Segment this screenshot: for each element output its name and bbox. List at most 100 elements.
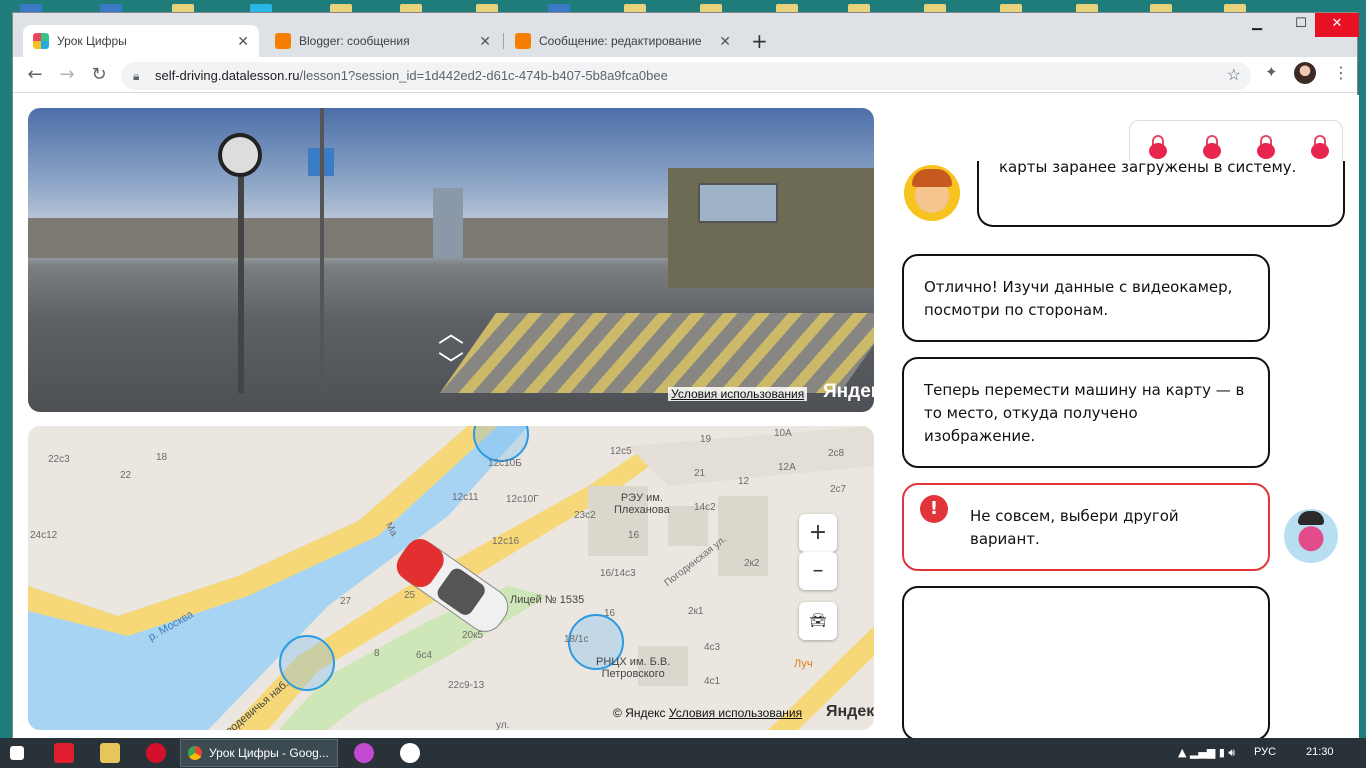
map-label: 12 — [738, 476, 750, 487]
yandex-browser-icon[interactable] — [54, 743, 74, 763]
map-label: 22с9-13 — [448, 680, 485, 691]
terms-link[interactable]: Условия использования — [668, 387, 808, 401]
lock-icon[interactable]: 🔒︎ — [133, 62, 139, 90]
map-label: 19 — [700, 434, 712, 445]
tab-separator — [503, 33, 504, 49]
close-tab-icon[interactable]: ✕ — [719, 33, 731, 50]
new-tab-button[interactable]: + — [751, 29, 768, 53]
address-bar[interactable]: 🔒︎ self-driving.datalesson.ru/lesson1?se… — [121, 62, 1251, 90]
billboard — [698, 183, 778, 223]
tab-label: Урок Цифры — [57, 34, 127, 48]
minimize-button[interactable]: ▁ — [1239, 13, 1275, 37]
close-window-button[interactable]: ✕ — [1315, 13, 1359, 37]
forward-arrow-icon[interactable]: → — [55, 63, 79, 87]
url-path: /lesson1?session_id=1d442ed2-d61c-474b-b… — [299, 68, 668, 83]
system-tray-icons[interactable]: ▲ ▂▄▆ ▮ 🔊︎ — [1178, 746, 1235, 760]
chevron-up-icon[interactable]: ︿ — [436, 321, 466, 347]
map-label: 18/1с — [564, 634, 589, 645]
urok-tsifry-icon — [33, 33, 49, 49]
message-text: карты заранее загружены в систему. — [999, 158, 1297, 176]
yandex-map[interactable]: 22с3 18 22 24с12 12с10Б 12с5 19 10А 2с8 12с11 12с1… — [28, 426, 874, 730]
map-label: 2к2 — [744, 558, 760, 569]
map-label: 10А — [774, 428, 792, 439]
map-label: 18 — [156, 452, 168, 463]
building — [718, 496, 768, 576]
chevron-down-icon[interactable]: ﹀ — [436, 353, 466, 379]
map-label: РЭУ им. Плеханова — [614, 492, 670, 516]
car-traffic-icon[interactable]: 🚘︎ — [799, 602, 837, 640]
crosswalk — [439, 313, 874, 393]
yandex-icon[interactable] — [400, 743, 420, 763]
lock-icon — [1311, 135, 1329, 159]
tab-label: Blogger: сообщения — [299, 34, 410, 48]
close-tab-icon[interactable]: ✕ — [479, 33, 491, 50]
clock[interactable]: 21:30 — [1306, 746, 1334, 758]
browser-toolbar: ← → ↻ 🔒︎ self-driving.datalesson.ru/less… — [13, 57, 1357, 93]
map-label: 25 — [404, 590, 416, 601]
map-label: 6с4 — [416, 650, 433, 661]
map-label: 4с3 — [704, 642, 721, 653]
chat-message: Теперь перемести машину на карту — в то … — [902, 357, 1270, 468]
map-label: 12с5 — [610, 446, 632, 457]
map-label: 16/14с3 — [600, 568, 636, 579]
tab-label: Сообщение: редактирование — [539, 34, 702, 48]
map-label: 12с16 — [492, 536, 520, 547]
map-label: 20к5 — [462, 630, 484, 641]
chat-answer-box[interactable] — [902, 586, 1270, 739]
close-tab-icon[interactable]: ✕ — [237, 33, 249, 50]
map-label: 12А — [778, 462, 796, 473]
yandex-logo: Яндекс — [826, 703, 874, 720]
reload-icon[interactable]: ↻ — [87, 63, 111, 87]
boy-avatar — [904, 165, 960, 221]
blogger-icon — [275, 33, 291, 49]
extensions-puzzle-icon[interactable]: ✦ — [1265, 63, 1278, 81]
map-label: ул. — [496, 720, 510, 730]
maximize-button[interactable]: ☐ — [1283, 13, 1319, 37]
map-label: 8 — [374, 648, 380, 659]
opera-icon[interactable] — [146, 743, 166, 763]
map-label: РНЦХ им. Б.В. Петровского — [596, 656, 671, 680]
chat-message: Отлично! Изучи данные с видеокамер, посм… — [902, 254, 1270, 342]
road-sign — [218, 133, 262, 177]
tab-blogger-edit[interactable]: Сообщение: редактирование ✕ — [505, 25, 741, 57]
tab-urok-tsifry[interactable]: Урок Цифры ✕ — [23, 25, 259, 57]
map-label: 2с8 — [828, 448, 845, 459]
windows-start-icon[interactable] — [10, 746, 24, 760]
map-copyright: © Яндекс — [613, 706, 666, 720]
map-attribution: © Яндекс Условия использования — [613, 706, 802, 720]
map-terms-link[interactable]: Условия использования — [669, 706, 802, 720]
back-arrow-icon[interactable]: ← — [23, 63, 47, 87]
girl-avatar — [1284, 509, 1338, 563]
lock-icon — [1257, 135, 1275, 159]
bookmark-star-icon[interactable]: ☆ — [1227, 62, 1241, 90]
zoom-out-button[interactable]: – — [799, 552, 837, 590]
map-label: 12с10Г — [506, 494, 539, 505]
map-label: 2с7 — [830, 484, 847, 495]
map-label: Луч — [794, 658, 813, 670]
profile-avatar[interactable] — [1294, 62, 1316, 84]
message-text: Не совсем, выбери другой вариант. — [970, 507, 1179, 548]
url-host: self-driving.datalesson.ru — [155, 68, 300, 83]
app-icon[interactable] — [354, 743, 374, 763]
message-text: Отлично! Изучи данные с видеокамер, посм… — [924, 278, 1233, 319]
map-label: 21 — [694, 468, 706, 479]
browser-window: Урок Цифры ✕ Blogger: сообщения ✕ Сообще… — [12, 12, 1359, 739]
error-message: Не совсем, выбери другой вариант. — [902, 483, 1270, 571]
taskbar-task-chrome[interactable]: Урок Цифры - Goog... — [180, 739, 338, 767]
file-explorer-icon[interactable] — [100, 743, 120, 763]
map-label: 22с3 — [48, 454, 70, 465]
tower — [433, 188, 463, 258]
zoom-in-button[interactable]: + — [799, 514, 837, 552]
map-label: 12с11 — [452, 492, 479, 503]
blogger-icon — [515, 33, 531, 49]
camera-point[interactable] — [279, 635, 335, 691]
language-indicator[interactable]: РУС — [1254, 746, 1276, 758]
map-label: 24с12 — [30, 530, 58, 541]
browser-menu-icon[interactable]: ⋮ — [1333, 63, 1349, 82]
map-label: Лицей № 1535 — [510, 594, 585, 606]
street-view-panorama[interactable]: ︿ ﹀ Условия использования Яндекс — [28, 108, 874, 412]
taskbar: Урок Цифры - Goog... ▲ ▂▄▆ ▮ 🔊︎ РУС 21:3… — [0, 738, 1366, 768]
map-label: 22 — [120, 470, 132, 481]
map-label: 16 — [628, 530, 640, 541]
tab-blogger-posts[interactable]: Blogger: сообщения ✕ — [265, 25, 501, 57]
